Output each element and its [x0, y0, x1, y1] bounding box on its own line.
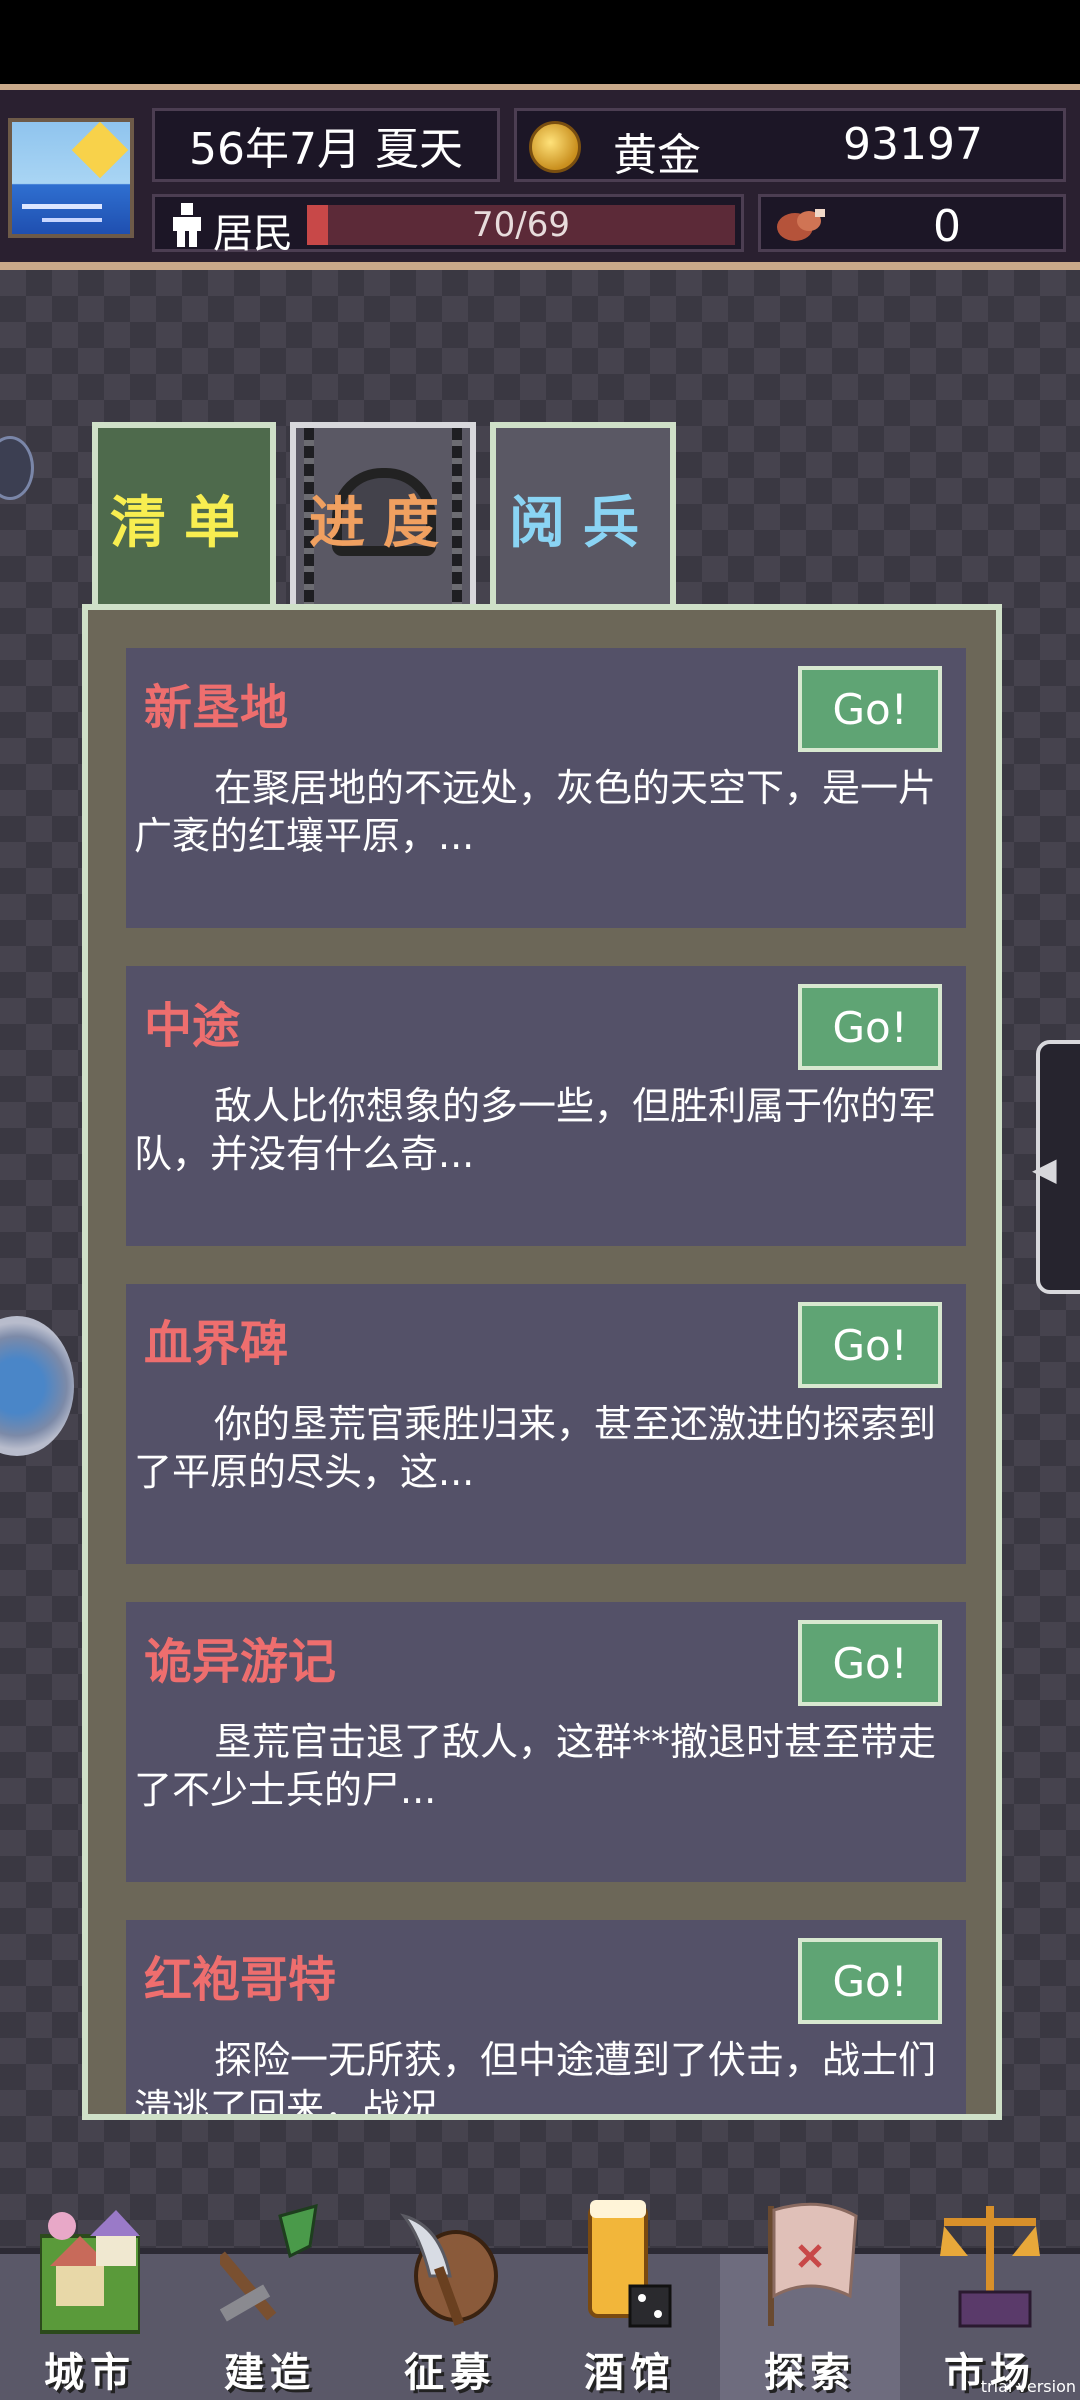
go-button[interactable]: Go!: [798, 1620, 942, 1706]
tab-label: 阅兵: [509, 491, 657, 556]
gold-display: 黄金 93197: [514, 108, 1066, 182]
nav-label: 征募: [404, 2350, 496, 2396]
chevron-left-icon: ◀: [1032, 1150, 1057, 1188]
quest-description: 垦荒官击退了敌人，这群**撤退时甚至带走了不少士兵的尸...: [134, 1720, 937, 1812]
shovel-icon: [220, 2203, 318, 2322]
tab-parade[interactable]: 阅兵: [490, 422, 676, 608]
season-avatar[interactable]: [8, 118, 134, 238]
quest-title: 新垦地: [144, 680, 289, 736]
gold-coin-icon: [529, 121, 581, 173]
gold-label: 黄金: [613, 130, 701, 181]
meat-value: 0: [933, 201, 961, 252]
city-icon: [40, 2210, 140, 2334]
quest-list-panel[interactable]: 新垦地 Go! 在聚居地的不远处，灰色的天空下，是一片广袤的红壤平原，... 中…: [82, 604, 1002, 2120]
resource-header: 56年7月 夏天 黄金 93197 居民 70/69 0: [0, 84, 1080, 270]
quest-description: 在聚居地的不远处，灰色的天空下，是一片广袤的红壤平原，...: [134, 766, 937, 858]
go-button[interactable]: Go!: [798, 666, 942, 752]
quest-card: 红袍哥特 Go! 探险一无所获，但中途遭到了伏击，战士们溃逃了回来，战况...: [126, 1920, 966, 2120]
go-button[interactable]: Go!: [798, 984, 942, 1070]
trial-watermark: trial version: [980, 2377, 1076, 2396]
nav-build[interactable]: 建造: [180, 2203, 360, 2400]
tab-label: 进度: [309, 491, 457, 556]
quest-title: 红袍哥特: [144, 1952, 337, 2008]
nav-label: 探索: [764, 2350, 856, 2396]
quest-title: 诡异游记: [144, 1634, 337, 1690]
sea-wave: [22, 204, 102, 209]
tab-label: 清单: [110, 491, 258, 556]
meat-icon: [777, 209, 825, 241]
quest-description: 你的垦荒官乘胜归来，甚至还激进的探索到了平原的尽头，这...: [134, 1402, 937, 1494]
side-drawer-handle[interactable]: ◀: [1032, 1040, 1080, 1294]
sea-wave: [42, 218, 102, 222]
nav-label: 建造: [224, 2350, 316, 2396]
beer-dice-icon: [588, 2200, 672, 2328]
quest-title: 血界碑: [144, 1316, 289, 1372]
bottom-nav: 城市 建造 征募 酒馆 探索 市场 trial version: [0, 2200, 1080, 2400]
status-bar: [0, 0, 1080, 84]
nav-label: 城市: [44, 2350, 136, 2396]
meat-display: 0: [758, 194, 1066, 252]
nav-explore[interactable]: 探索: [720, 2202, 900, 2400]
nav-recruit[interactable]: 征募: [360, 2213, 540, 2400]
nav-tavern[interactable]: 酒馆: [540, 2200, 720, 2400]
sun-icon: [71, 122, 129, 179]
quest-card: 新垦地 Go! 在聚居地的不远处，灰色的天空下，是一片广袤的红壤平原，...: [126, 648, 966, 928]
residents-value: 70/69: [472, 205, 570, 245]
date-text: 56年7月 夏天: [189, 124, 463, 175]
tab-list[interactable]: 清单: [92, 422, 276, 608]
scales-icon: [940, 2206, 1040, 2328]
go-button[interactable]: Go!: [798, 1302, 942, 1388]
date-display: 56年7月 夏天: [152, 108, 500, 182]
quest-card: 诡异游记 Go! 垦荒官击退了敌人，这群**撤退时甚至带走了不少士兵的尸...: [126, 1602, 966, 1882]
person-icon: [173, 203, 201, 247]
quest-card: 中途 Go! 敌人比你想象的多一些，但胜利属于你的军队，并没有什么奇...: [126, 966, 966, 1246]
residents-display: 居民 70/69: [152, 194, 744, 257]
quest-description: 敌人比你想象的多一些，但胜利属于你的军队，并没有什么奇...: [134, 1084, 937, 1176]
tab-progress[interactable]: 进度: [290, 422, 476, 608]
nav-label: 酒馆: [584, 2350, 676, 2396]
quest-card: 血界碑 Go! 你的垦荒官乘胜归来，甚至还激进的探索到了平原的尽头，这...: [126, 1284, 966, 1564]
nav-city[interactable]: 城市: [0, 2210, 180, 2400]
go-button[interactable]: Go!: [798, 1938, 942, 2024]
map-flag-icon: [768, 2202, 858, 2326]
quest-title: 中途: [144, 998, 241, 1054]
gold-value: 93197: [843, 119, 983, 170]
axe-shield-icon: [400, 2213, 498, 2326]
residents-label: 居民: [213, 211, 293, 257]
residents-bar: 70/69: [307, 205, 735, 245]
quest-description: 探险一无所获，但中途遭到了伏击，战士们溃逃了回来，战况...: [134, 2038, 937, 2120]
